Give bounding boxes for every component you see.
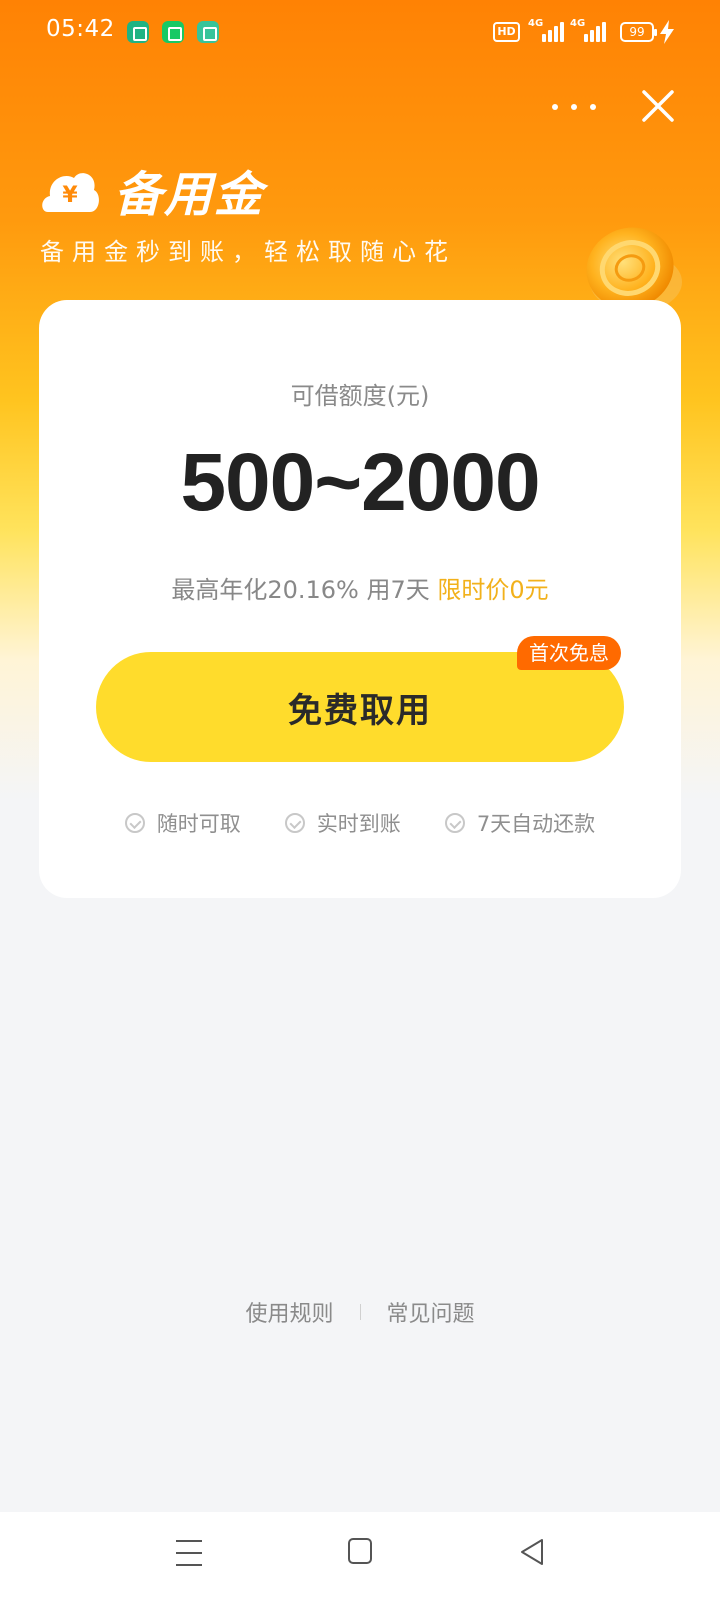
check-circle-icon — [444, 813, 465, 833]
back-icon[interactable] — [519, 1538, 545, 1566]
feature-list: 随时可取 实时到账 7天自动还款 — [39, 808, 681, 838]
check-circle-icon — [284, 813, 305, 833]
faq-link[interactable]: 常见问题 — [387, 1296, 475, 1328]
feature-item: 7天自动还款 — [444, 808, 596, 838]
brand-header: ¥ 备用金 — [40, 160, 264, 223]
usage-rules-link[interactable]: 使用规则 — [245, 1296, 333, 1328]
money-cloud-logo-icon: ¥ — [42, 173, 99, 212]
signal-icon: 4G — [528, 18, 564, 44]
credit-card-panel: 可借额度(元) 500~2000 最高年化20.16% 用7天 限时价0元 免费… — [39, 300, 681, 898]
signal-icon: 4G — [570, 18, 606, 44]
more-dot-icon — [590, 104, 596, 110]
promo-price-text: 限时价0元 — [437, 576, 549, 604]
charging-icon — [660, 20, 674, 44]
feature-label: 7天自动还款 — [476, 812, 596, 836]
hd-voice-icon: HD — [493, 22, 520, 42]
more-dot-icon — [571, 104, 577, 110]
more-options-button[interactable] — [552, 90, 596, 124]
rate-description: 最高年化20.16% 用7天 — [171, 576, 430, 604]
brand-title: 备用金 — [114, 167, 265, 223]
first-time-interest-free-badge: 首次免息 — [517, 636, 621, 670]
home-icon[interactable] — [348, 1538, 372, 1564]
system-navigation-bar — [0, 1512, 720, 1600]
check-circle-icon — [124, 813, 145, 833]
interest-rate-text: 最高年化20.16% 用7天 限时价0元 — [39, 570, 681, 605]
footer-links: 使用规则 常见问题 — [0, 1296, 720, 1328]
footer-divider — [359, 1304, 361, 1320]
logo-currency-symbol: ¥ — [62, 183, 78, 208]
feature-label: 随时可取 — [156, 812, 241, 836]
brand-slogan: 备用金秒到账，轻松取随心花 — [40, 238, 456, 266]
feature-label: 实时到账 — [316, 812, 401, 836]
app-notification-icon — [162, 21, 184, 43]
close-icon[interactable] — [640, 88, 676, 124]
feature-item: 随时可取 — [124, 808, 241, 838]
status-bar: 05:42 HD 4G 4G 99 — [0, 0, 720, 66]
recent-apps-icon[interactable] — [176, 1540, 202, 1566]
credit-limit-amount: 500~2000 — [180, 437, 540, 528]
battery-icon: 99 — [620, 22, 657, 42]
gallery-notification-icon — [197, 21, 219, 43]
more-dot-icon — [552, 104, 558, 110]
shield-notification-icon — [127, 21, 149, 43]
status-time: 05:42 — [46, 16, 115, 42]
network-type-label: 4G — [570, 18, 586, 29]
credit-limit-label: 可借额度(元) — [290, 382, 430, 410]
feature-item: 实时到账 — [284, 808, 401, 838]
screen: 05:42 HD 4G 4G 99 ¥ 备用金 备用金秒到账，轻松取随心花 可借… — [0, 0, 720, 1600]
network-type-label: 4G — [528, 18, 544, 29]
